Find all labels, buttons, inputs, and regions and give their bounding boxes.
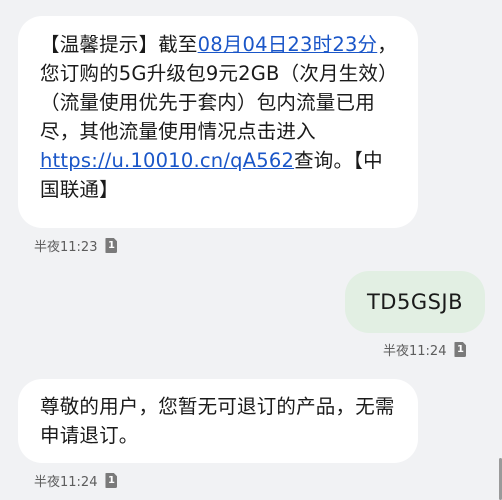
message-text-prefix: 【温馨提示】截至 xyxy=(40,33,198,56)
incoming-message-bubble[interactable]: 【温馨提示】截至08月04日23时23分，您订购的5G升级包9元2GB（次月生效… xyxy=(18,16,418,228)
message-meta: 半夜11:24 1 xyxy=(34,471,118,490)
message-timestamp: 半夜11:24 xyxy=(383,344,447,359)
url-link[interactable]: https://u.10010.cn/qA562 xyxy=(40,149,294,172)
message-timestamp: 半夜11:24 xyxy=(34,475,98,490)
outgoing-message-bubble[interactable]: TD5GSJB xyxy=(345,271,485,333)
date-link[interactable]: 08月04日23时23分 xyxy=(198,33,378,56)
message-text: 尊敬的用户，您暂无可退订的产品，无需申请退订。 xyxy=(40,395,395,447)
message-meta: 半夜11:23 1 xyxy=(34,236,118,255)
sim-card-icon: 1 xyxy=(105,473,118,488)
message-text: TD5GSJB xyxy=(366,289,464,314)
incoming-message-bubble[interactable]: 尊敬的用户，您暂无可退订的产品，无需申请退订。 xyxy=(18,379,418,463)
message-timestamp: 半夜11:23 xyxy=(34,240,98,255)
message-meta: 半夜11:24 1 xyxy=(383,340,467,359)
sim-card-icon: 1 xyxy=(105,238,118,253)
sim-card-icon: 1 xyxy=(454,342,467,357)
